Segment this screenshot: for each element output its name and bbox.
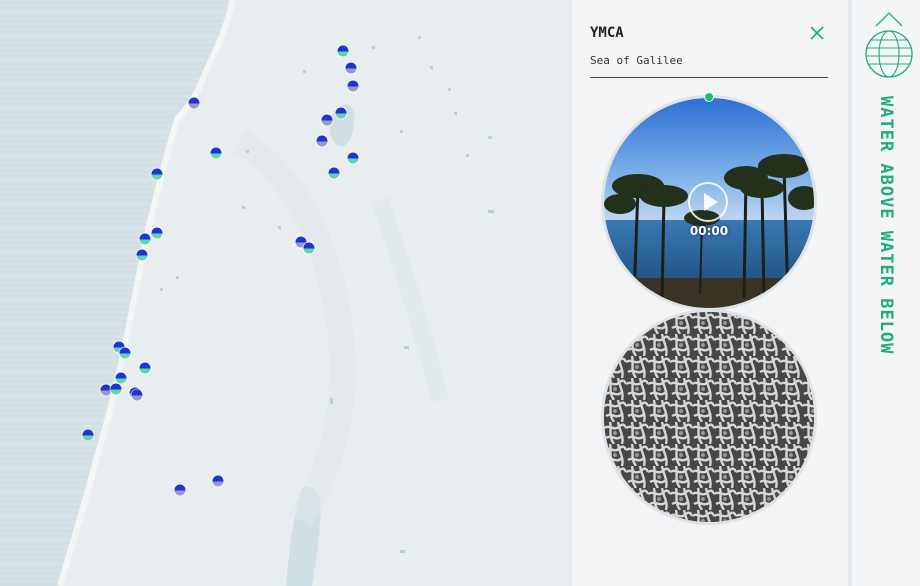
map-marker-purple[interactable] — [347, 80, 359, 92]
site-title: WATER ABOVE WATER BELOW — [876, 96, 896, 355]
map-marker-green[interactable] — [151, 168, 163, 180]
below-water-texture[interactable] — [604, 312, 814, 522]
close-icon — [810, 26, 824, 40]
location-subtitle: Sea of Galilee — [590, 54, 683, 67]
map-terrain — [0, 0, 572, 586]
close-button[interactable] — [808, 24, 826, 42]
underwater-texture-image — [604, 312, 814, 522]
map-marker-green[interactable] — [139, 362, 151, 374]
map-marker-green[interactable] — [335, 107, 347, 119]
map-marker-green[interactable] — [303, 242, 315, 254]
video-timecode: 00:00 — [689, 224, 729, 238]
globe-drop-logo-icon[interactable] — [864, 10, 914, 80]
map-marker-green[interactable] — [210, 147, 222, 159]
brand-sidebar: WATER ABOVE WATER BELOW — [852, 0, 920, 586]
map-marker-purple[interactable] — [188, 97, 200, 109]
map-marker-green[interactable] — [347, 152, 359, 164]
video-progress-handle[interactable] — [705, 93, 713, 101]
divider — [590, 77, 828, 78]
map-marker-green[interactable] — [115, 372, 127, 384]
map-marker-purple[interactable] — [316, 135, 328, 147]
map-marker-green[interactable] — [119, 347, 131, 359]
map-marker-green[interactable] — [110, 383, 122, 395]
map-marker-purple[interactable] — [345, 62, 357, 74]
map-marker-green[interactable] — [328, 167, 340, 179]
map-marker-green[interactable] — [151, 227, 163, 239]
map[interactable] — [0, 0, 572, 586]
play-button[interactable] — [688, 182, 728, 222]
map-marker-purple[interactable] — [174, 484, 186, 496]
map-marker-green[interactable] — [136, 249, 148, 261]
location-panel: YMCA Sea of Galilee 00:00 — [572, 0, 848, 586]
map-marker-purple[interactable] — [131, 389, 143, 401]
map-marker-green[interactable] — [139, 233, 151, 245]
map-marker-purple[interactable] — [212, 475, 224, 487]
map-marker-purple[interactable] — [321, 114, 333, 126]
map-marker-green[interactable] — [337, 45, 349, 57]
location-title: YMCA — [590, 25, 624, 41]
map-marker-green[interactable] — [82, 429, 94, 441]
